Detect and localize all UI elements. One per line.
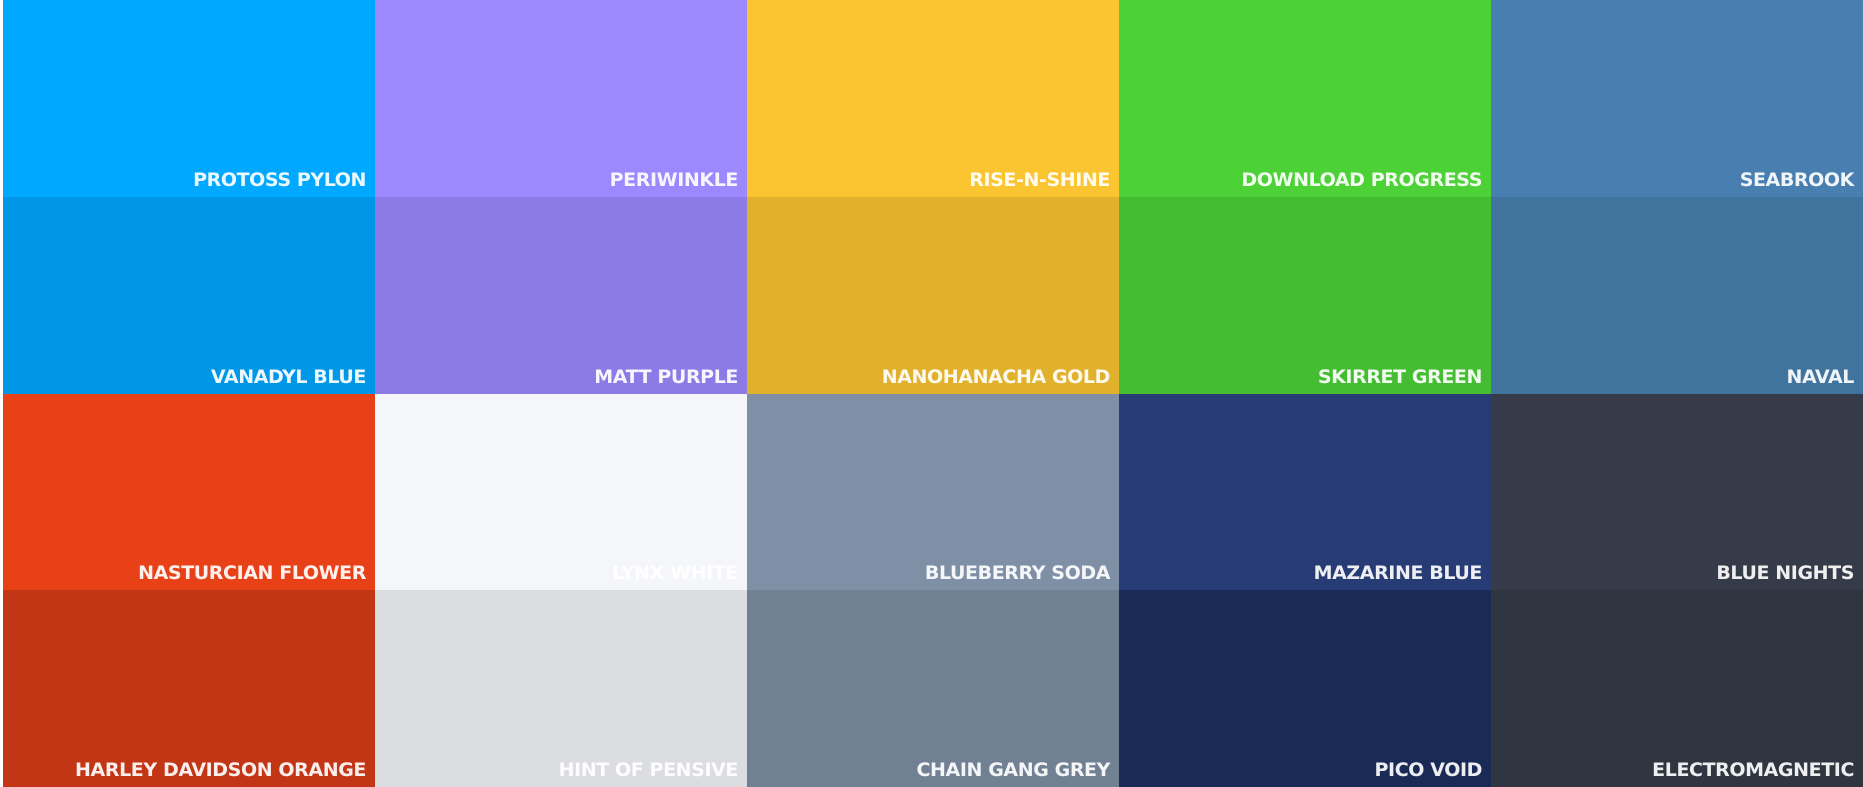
swatch-label: PERIWINKLE	[609, 168, 739, 191]
swatch-label: SKIRRET GREEN	[1317, 365, 1483, 388]
swatch-download-progress[interactable]: DOWNLOAD PROGRESS	[1119, 0, 1491, 197]
swatch-matt-purple[interactable]: MATT PURPLE	[375, 196, 747, 394]
swatch-pico-void[interactable]: PICO VOID	[1119, 590, 1491, 787]
swatch-lynx-white[interactable]: LYNX WHITE	[375, 393, 747, 591]
swatch-mazarine-blue[interactable]: MAZARINE BLUE	[1119, 393, 1491, 591]
swatch-nasturcian-flower[interactable]: NASTURCIAN FLOWER	[3, 393, 375, 591]
swatch-vanadyl-blue[interactable]: VANADYL BLUE	[3, 196, 375, 394]
swatch-seabrook[interactable]: SEABROOK	[1491, 0, 1863, 197]
swatch-label: NANOHANACHA GOLD	[881, 365, 1111, 388]
swatch-label: PICO VOID	[1374, 759, 1483, 781]
swatch-label: BLUE NIGHTS	[1716, 562, 1854, 585]
swatch-periwinkle[interactable]: PERIWINKLE	[375, 0, 747, 197]
swatch-label: DOWNLOAD PROGRESS	[1241, 168, 1482, 191]
swatch-nanohanacha-gold[interactable]: NANOHANACHA GOLD	[747, 196, 1119, 394]
swatch-label: SEABROOK	[1739, 168, 1855, 191]
swatch-blueberry-soda[interactable]: BLUEBERRY SODA	[747, 393, 1119, 591]
swatch-label: PROTOSS PYLON	[193, 168, 366, 191]
swatch-hint-of-pensive[interactable]: HINT OF PENSIVE	[375, 590, 747, 787]
swatch-blue-nights[interactable]: BLUE NIGHTS	[1491, 393, 1863, 591]
swatch-label: RISE-N-SHINE	[969, 168, 1110, 191]
swatch-rise-n-shine[interactable]: RISE-N-SHINE	[747, 0, 1119, 197]
swatch-naval[interactable]: NAVAL	[1491, 196, 1863, 394]
swatch-label: CHAIN GANG GREY	[916, 759, 1110, 781]
swatch-label: BLUEBERRY SODA	[924, 562, 1110, 585]
color-palette-grid: PROTOSS PYLON PERIWINKLE RISE-N-SHINE DO…	[3, 0, 1863, 787]
swatch-electromagnetic[interactable]: ELECTROMAGNETIC	[1491, 590, 1863, 787]
swatch-label: MAZARINE BLUE	[1313, 562, 1483, 585]
swatch-chain-gang-grey[interactable]: CHAIN GANG GREY	[747, 590, 1119, 787]
swatch-protoss-pylon[interactable]: PROTOSS PYLON	[3, 0, 375, 197]
swatch-harley-davidson-orange[interactable]: HARLEY DAVIDSON ORANGE	[3, 590, 375, 787]
swatch-skirret-green[interactable]: SKIRRET GREEN	[1119, 196, 1491, 394]
swatch-label: LYNX WHITE	[612, 562, 738, 585]
swatch-label: HARLEY DAVIDSON ORANGE	[75, 759, 366, 781]
swatch-label: HINT OF PENSIVE	[558, 759, 739, 781]
swatch-label: NAVAL	[1786, 365, 1854, 388]
swatch-label: VANADYL BLUE	[210, 365, 367, 388]
swatch-label: ELECTROMAGNETIC	[1652, 759, 1854, 781]
swatch-label: NASTURCIAN FLOWER	[138, 562, 366, 585]
swatch-label: MATT PURPLE	[594, 365, 738, 388]
